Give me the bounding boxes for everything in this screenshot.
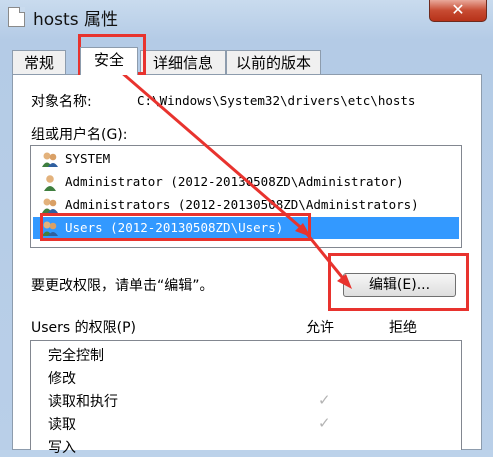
tab-security[interactable]: 安全 xyxy=(80,47,138,75)
arrow-line xyxy=(305,233,348,283)
annotation-arrows xyxy=(120,70,352,289)
arrow-head-icon xyxy=(337,274,352,289)
properties-window: hosts 属性 ✕ 常规 安全 详细信息 以前的版本 对象名称: C:\Win… xyxy=(0,0,493,456)
arrow-line xyxy=(120,70,307,234)
